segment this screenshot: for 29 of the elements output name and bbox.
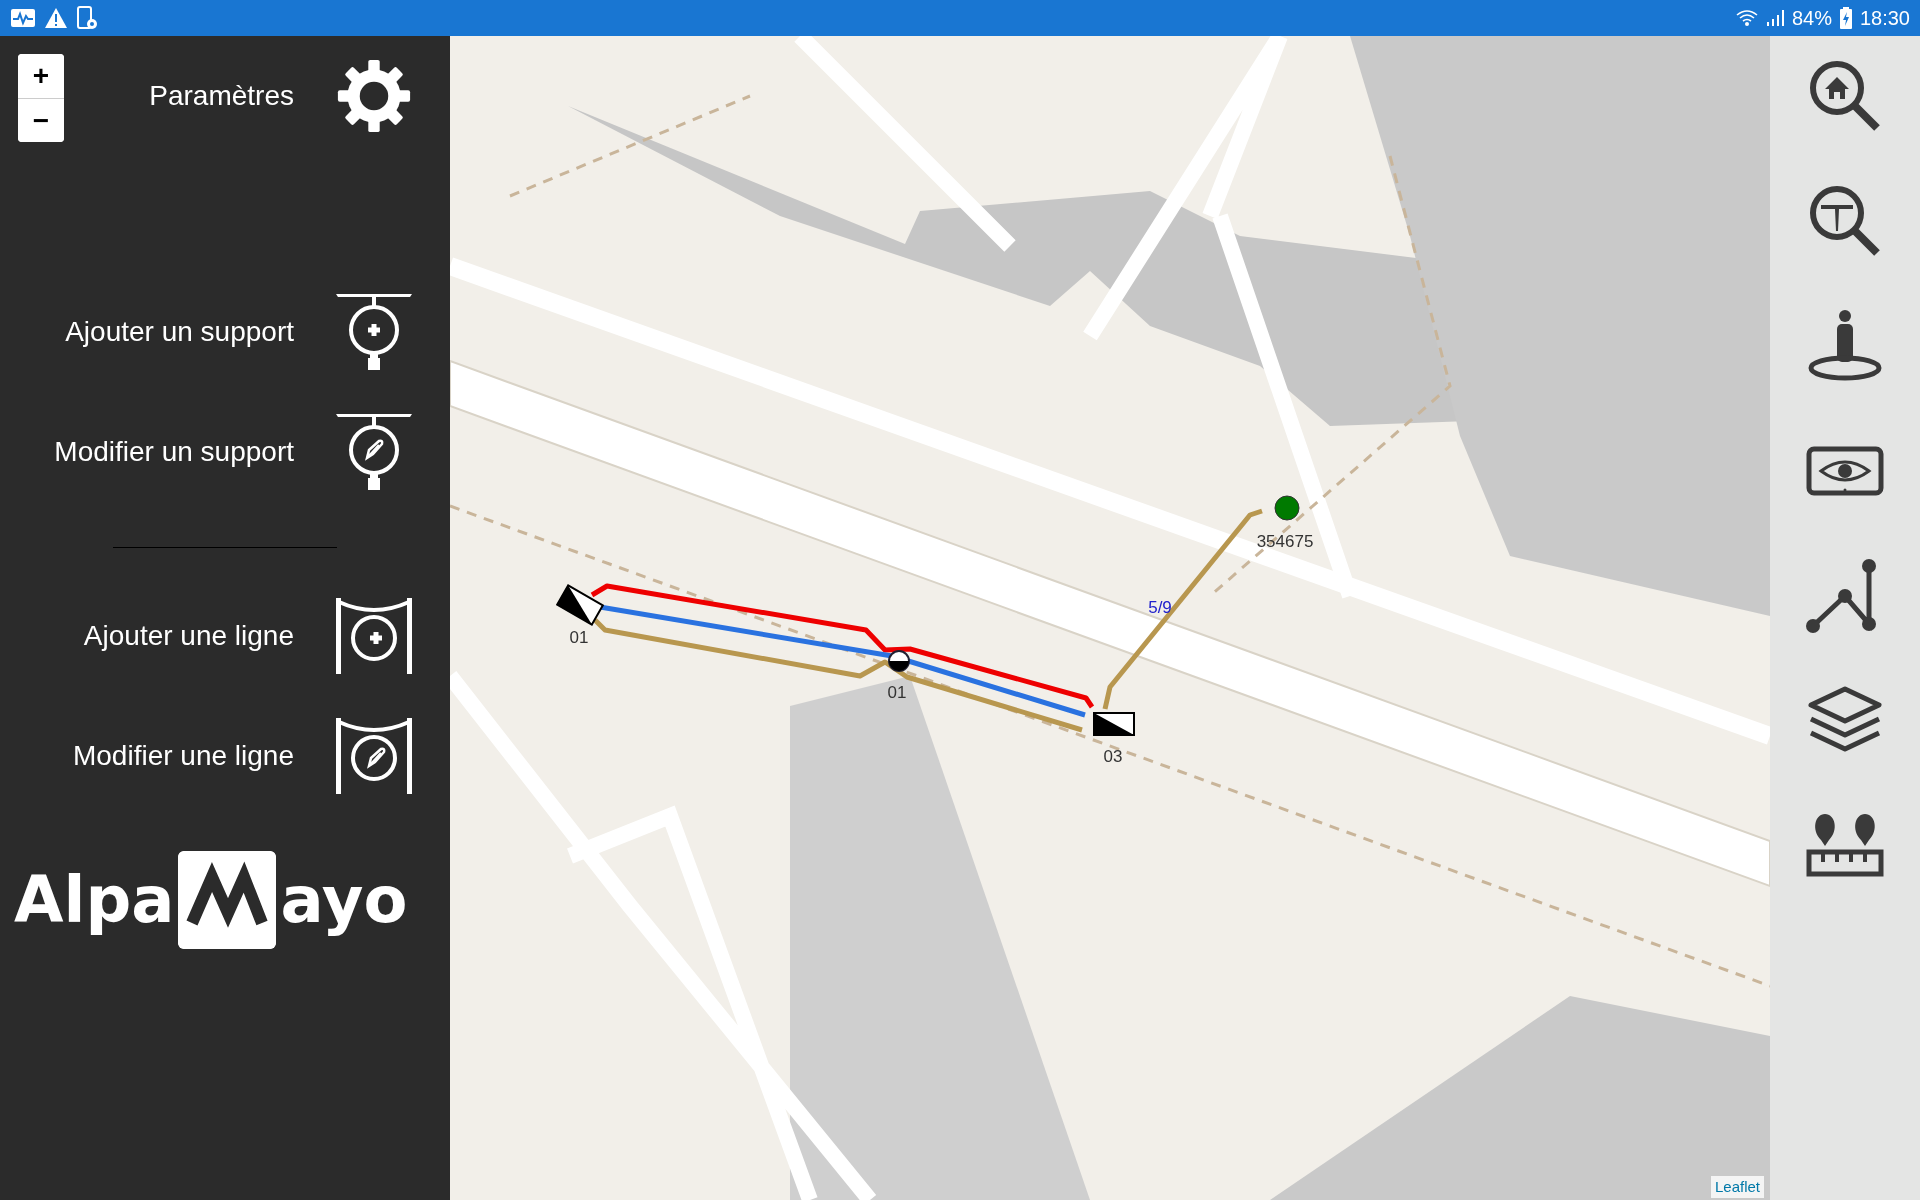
clock-time: 18:30	[1859, 6, 1910, 31]
signal-icon	[1765, 9, 1784, 27]
span-add-icon	[336, 596, 412, 676]
zoom-out-button[interactable]: −	[18, 98, 64, 142]
logo-mark-icon	[178, 851, 277, 949]
pole-add-icon	[336, 292, 412, 372]
cable-line[interactable]	[599, 604, 1086, 718]
terminal-node-marker[interactable]	[1093, 712, 1135, 736]
node-label: 03	[1103, 747, 1123, 766]
wifi-icon	[1735, 9, 1758, 27]
cable-line[interactable]	[593, 618, 1083, 733]
node-label: 01	[569, 628, 589, 647]
battery-charging-icon	[1839, 7, 1852, 29]
battery-percentage: 84%	[1791, 6, 1832, 31]
node-label: 354675	[1256, 532, 1314, 551]
warning-icon	[44, 7, 68, 29]
pole-edit-icon	[336, 412, 412, 492]
menu-item[interactable]: Modifier un support	[54, 431, 294, 473]
menu-item[interactable]: Modifier une ligne	[72, 735, 294, 777]
node-label: 01	[887, 683, 907, 702]
menu-item[interactable]: Ajouter un support	[65, 311, 294, 353]
activity-icon	[10, 8, 36, 28]
point-marker[interactable]	[1274, 495, 1300, 521]
span-label: 5/9	[1148, 598, 1172, 617]
menu-item[interactable]: Ajouter une ligne	[83, 615, 294, 657]
cable-line[interactable]	[590, 583, 1095, 709]
span-edit-icon	[336, 716, 412, 796]
phone-settings-icon	[76, 6, 98, 30]
settings-link[interactable]: Paramètres	[149, 75, 294, 117]
